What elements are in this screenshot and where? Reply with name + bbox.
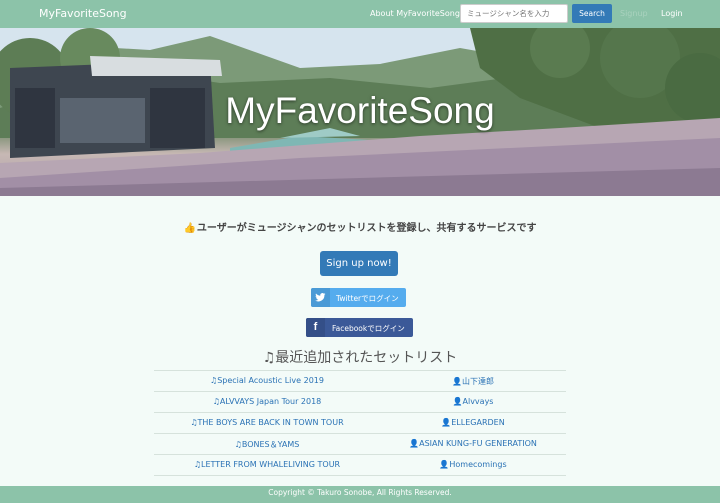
- table-row: ♫LETTER FROM WHALELIVING TOUR 👤Homecomin…: [154, 455, 566, 476]
- artist-name: ASIAN KUNG-FU GENERATION: [419, 439, 537, 448]
- signup-link[interactable]: Signup: [620, 9, 648, 18]
- twitter-login-button[interactable]: Twitterでログイン: [311, 288, 406, 307]
- brand-link[interactable]: MyFavoriteSong: [39, 7, 127, 20]
- table-row: ♫Special Acoustic Live 2019 👤山下達郎: [154, 371, 566, 392]
- music-note-icon: ♫: [234, 440, 242, 449]
- navbar: MyFavoriteSong About MyFavoriteSong Sear…: [0, 0, 720, 28]
- tour-name: LETTER FROM WHALELIVING TOUR: [201, 460, 341, 469]
- login-link[interactable]: Login: [661, 9, 683, 18]
- artist-link[interactable]: 👤Alvvays: [380, 397, 566, 406]
- music-note-icon: ♫: [212, 397, 220, 406]
- artist-name: Alvvays: [462, 397, 494, 406]
- tour-link[interactable]: ♫LETTER FROM WHALELIVING TOUR: [154, 460, 380, 469]
- facebook-icon: f: [306, 318, 325, 337]
- person-icon: 👤: [439, 460, 450, 469]
- signup-now-button[interactable]: Sign up now!: [320, 251, 398, 276]
- facebook-login-button[interactable]: f Facebookでログイン: [306, 318, 413, 337]
- artist-link[interactable]: 👤ELLEGARDEN: [380, 418, 566, 427]
- tagline-text: ユーザーがミュージシャンのセットリストを登録し、共有するサービスです: [196, 223, 537, 234]
- artist-name: Homecomings: [449, 460, 507, 469]
- twitter-icon: [311, 288, 330, 307]
- tagline: 👍ユーザーがミュージシャンのセットリストを登録し、共有するサービスです: [0, 219, 720, 234]
- recent-setlists-heading: ♫最近追加されたセットリスト: [0, 347, 720, 367]
- table-row: ♫ALVVAYS Japan Tour 2018 👤Alvvays: [154, 392, 566, 413]
- tour-link[interactable]: ♫THE BOYS ARE BACK IN TOWN TOUR: [154, 418, 380, 427]
- tour-link[interactable]: ♫BONES＆YAMS: [154, 439, 380, 450]
- about-link[interactable]: About MyFavoriteSong: [370, 9, 460, 18]
- artist-link[interactable]: 👤Homecomings: [380, 460, 566, 469]
- person-icon: 👤: [452, 377, 462, 386]
- copyright-text: Copyright © Takuro Sonobe, All Rights Re…: [268, 488, 452, 497]
- tour-name: Special Acoustic Live 2019: [217, 376, 324, 385]
- search-input[interactable]: [460, 4, 568, 23]
- music-note-icon: ♫: [193, 460, 202, 469]
- tour-name: BONES＆YAMS: [241, 440, 300, 449]
- facebook-login-label: Facebookでログイン: [332, 324, 405, 333]
- music-note-icon: ♫: [190, 418, 198, 427]
- artist-name: 山下達郎: [461, 377, 494, 386]
- person-icon: 👤: [409, 439, 420, 448]
- tour-name: ALVVAYS Japan Tour 2018: [219, 397, 322, 406]
- search-button[interactable]: Search: [572, 4, 612, 23]
- thumbs-up-icon: 👍: [183, 223, 196, 234]
- table-row: ♫BONES＆YAMS 👤ASIAN KUNG-FU GENERATION: [154, 434, 566, 455]
- recent-setlists-title: 最近追加されたセットリスト: [275, 350, 458, 366]
- hero-title: MyFavoriteSong: [225, 90, 495, 131]
- twitter-login-label: Twitterでログイン: [336, 294, 399, 303]
- table-row: ♫THE BOYS ARE BACK IN TOWN TOUR 👤ELLEGAR…: [154, 413, 566, 434]
- artist-link[interactable]: 👤山下達郎: [380, 376, 566, 387]
- person-icon: 👤: [452, 397, 463, 406]
- artist-link[interactable]: 👤ASIAN KUNG-FU GENERATION: [380, 439, 566, 448]
- artist-name: ELLEGARDEN: [451, 418, 505, 427]
- hero-banner: MyFavoriteSong: [0, 28, 720, 196]
- music-note-icon: ♫: [262, 350, 276, 366]
- person-icon: 👤: [441, 418, 452, 427]
- tour-link[interactable]: ♫ALVVAYS Japan Tour 2018: [154, 397, 380, 406]
- tour-name: THE BOYS ARE BACK IN TOWN TOUR: [197, 418, 344, 427]
- tour-link[interactable]: ♫Special Acoustic Live 2019: [154, 376, 380, 385]
- footer: Copyright © Takuro Sonobe, All Rights Re…: [0, 486, 720, 503]
- setlist-table: ♫Special Acoustic Live 2019 👤山下達郎 ♫ALVVA…: [154, 370, 566, 476]
